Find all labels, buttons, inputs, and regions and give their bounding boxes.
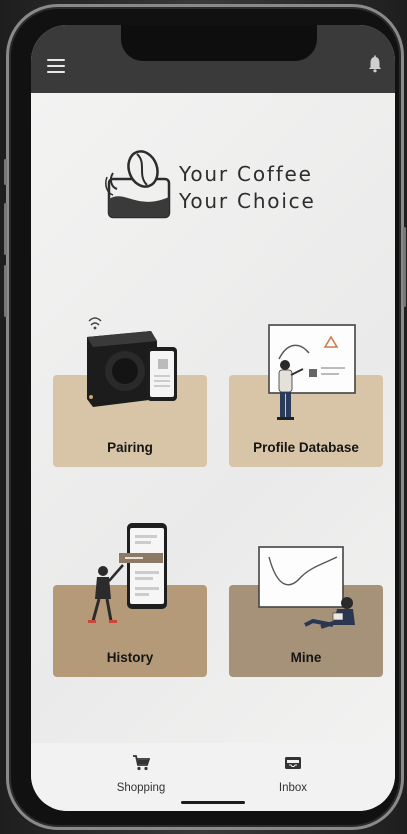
woman-phone-list-illustration (88, 523, 167, 623)
nav-inbox[interactable]: Inbox (253, 755, 333, 794)
brand-tagline: Your Coffee Your Choice (179, 161, 316, 215)
pairing-card[interactable]: Pairing (53, 307, 207, 467)
hamburger-menu-icon[interactable] (47, 59, 65, 73)
history-card-label: History (106, 650, 154, 665)
cart-icon (133, 755, 151, 771)
volume-up-button (4, 203, 7, 255)
volume-down-button (4, 265, 7, 317)
power-button (403, 227, 406, 307)
presenter-whiteboard-illustration (268, 324, 356, 420)
mine-card[interactable]: Mine (229, 517, 383, 677)
home-content: Your Coffee Your Choice Pairing Profile … (31, 93, 395, 743)
man-sitting-chart-illustration (258, 546, 355, 629)
home-indicator[interactable] (181, 801, 245, 804)
device-notch (121, 25, 317, 61)
brand-logo: Your Coffee Your Choice (105, 149, 335, 229)
brand-line-1: Your Coffee (179, 162, 313, 186)
pairing-card-label: Pairing (107, 440, 153, 455)
nav-shopping-label: Shopping (116, 782, 166, 794)
mute-switch (4, 159, 7, 185)
inbox-icon (285, 757, 301, 769)
brand-line-2: Your Choice (179, 189, 316, 213)
coffee-bean-hand-logo (105, 150, 171, 219)
coffee-roaster-phone-illustration (87, 317, 177, 407)
phone-frame: Your Coffee Your Choice Pairing Profile … (4, 4, 406, 830)
profile-database-card-label: Profile Database (253, 440, 359, 455)
nav-inbox-label: Inbox (278, 782, 308, 794)
app-screen: Your Coffee Your Choice Pairing Profile … (31, 25, 395, 811)
mine-card-label: Mine (290, 650, 322, 665)
app-header (31, 25, 395, 93)
profile-database-card[interactable]: Profile Database (229, 307, 383, 467)
bell-icon[interactable] (367, 55, 383, 73)
nav-shopping[interactable]: Shopping (101, 755, 181, 794)
history-card[interactable]: History (53, 517, 207, 677)
